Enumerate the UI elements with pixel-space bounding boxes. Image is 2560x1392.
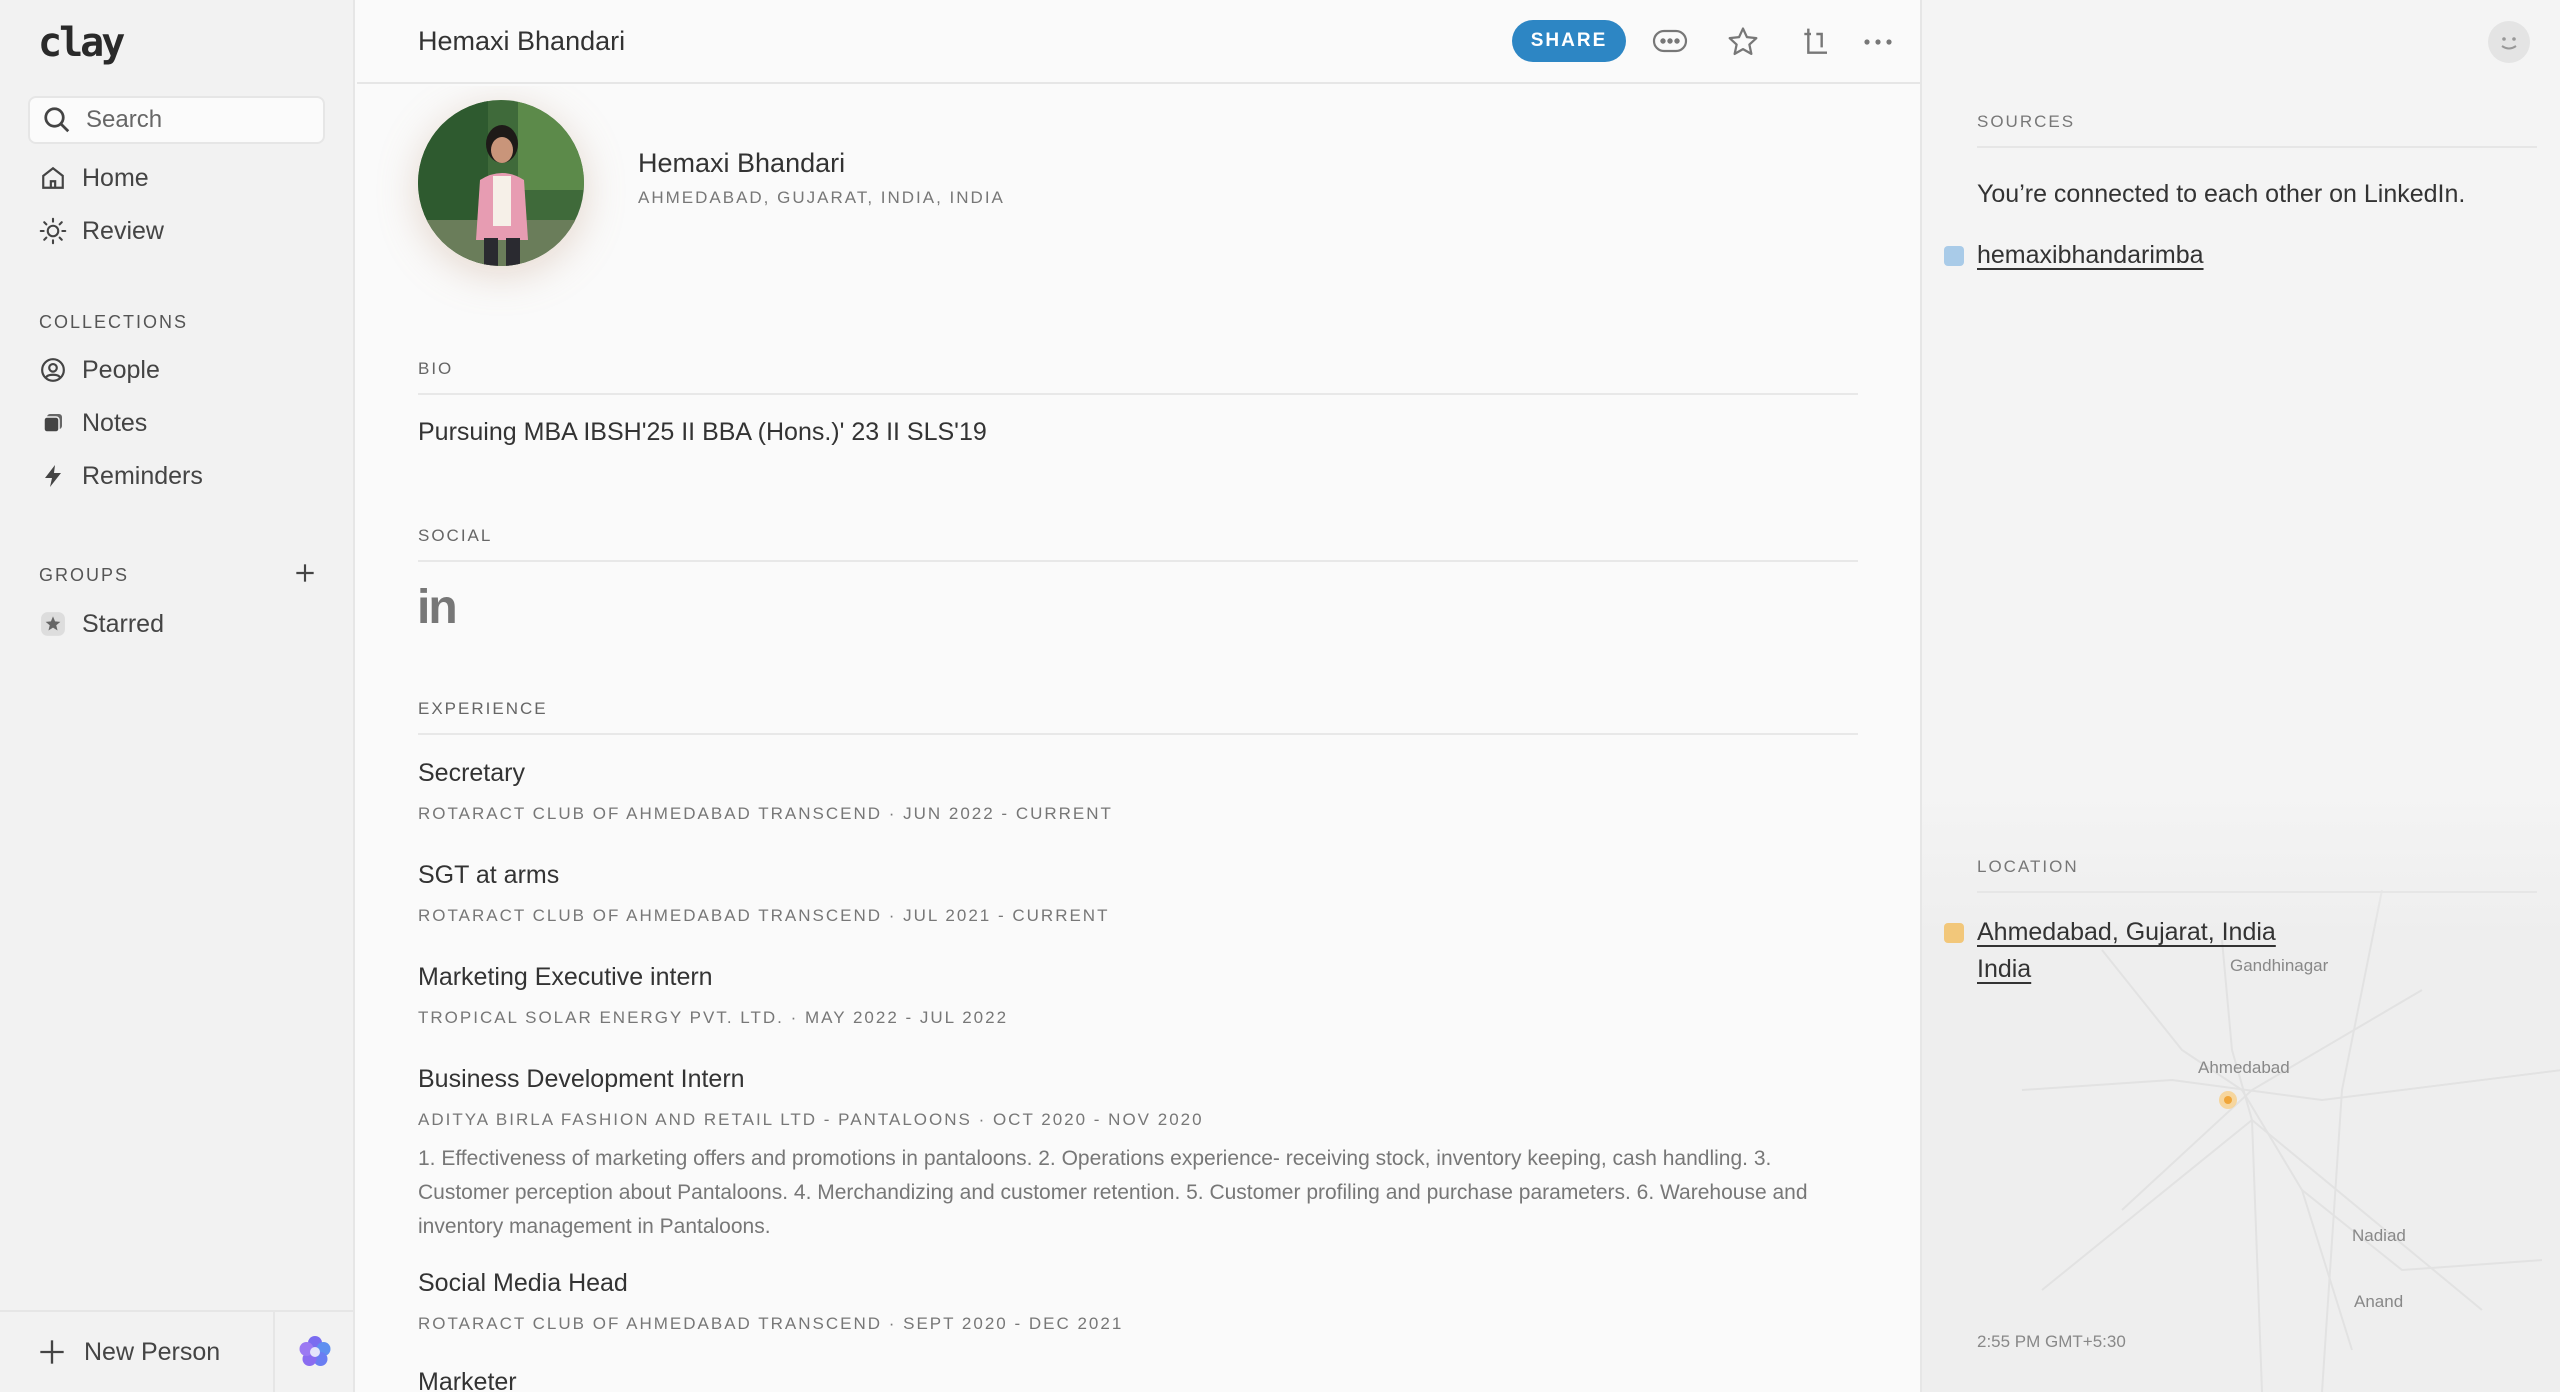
experience-title: Business Development Intern [418, 1065, 745, 1093]
top-header: Hemaxi Bhandari SHARE [357, 0, 1920, 84]
star-badge-icon [38, 609, 68, 639]
social-heading: SOCIAL [418, 526, 1858, 562]
search-input[interactable] [86, 106, 316, 134]
linkedin-icon[interactable]: in [417, 580, 458, 635]
search-box[interactable] [28, 96, 325, 144]
sidebar: clay Home Review COLLECTIONS People Note… [0, 0, 355, 1392]
collection-notes[interactable]: Notes [38, 401, 147, 445]
share-button[interactable]: SHARE [1512, 20, 1626, 62]
sidebar-bottom-bar: New Person [0, 1310, 355, 1392]
experience-meta: ROTARACT CLUB OF AHMEDABAD TRANSCEND · J… [418, 804, 1113, 823]
details-panel: SOURCES You’re connected to each other o… [1920, 0, 2560, 1392]
bio-text[interactable]: Pursuing MBA IBSH'25 II BBA (Hons.)' 23 … [418, 418, 987, 447]
experience-item: SGT at arms ROTARACT CLUB OF AHMEDABAD T… [418, 861, 1868, 926]
nav-review-label: Review [82, 216, 164, 245]
page-title: Hemaxi Bhandari [418, 26, 626, 56]
profile-main: Hemaxi Bhandari AHMEDABAD, GUJARAT, INDI… [357, 86, 1920, 1392]
experience-item: Marketing Executive intern TROPICAL SOLA… [418, 963, 1868, 1028]
app-logo[interactable]: clay [38, 20, 125, 66]
experience-meta: ADITYA BIRLA FASHION AND RETAIL LTD - PA… [418, 1110, 1204, 1129]
group-starred[interactable]: Starred [38, 602, 164, 646]
search-icon [44, 107, 70, 133]
person-circle-icon [38, 355, 68, 385]
experience-item: Business Development Intern ADITYA BIRLA… [418, 1065, 1868, 1244]
home-icon [38, 163, 68, 193]
export-icon[interactable] [1797, 24, 1833, 60]
experience-title: Marketing Executive intern [418, 963, 713, 991]
map-label-gandhinagar: Gandhinagar [2230, 956, 2329, 975]
nav-home[interactable]: Home [38, 156, 149, 200]
experience-item: Social Media Head ROTARACT CLUB OF AHMED… [418, 1269, 1868, 1334]
new-person-label: New Person [84, 1337, 221, 1366]
flower-app-icon[interactable] [275, 1312, 355, 1392]
experience-item: Secretary ROTARACT CLUB OF AHMEDABAD TRA… [418, 759, 1868, 824]
linkedin-badge-icon [1944, 246, 1964, 266]
plus-icon [40, 1340, 64, 1364]
experience-description: 1. Effectiveness of marketing offers and… [418, 1147, 1808, 1238]
sun-icon [38, 216, 68, 246]
star-icon[interactable] [1725, 24, 1761, 60]
add-group-plus-icon[interactable] [292, 560, 318, 586]
experience-title: Secretary [418, 759, 525, 787]
experience-title: SGT at arms [418, 861, 560, 889]
group-starred-label: Starred [82, 609, 164, 638]
experience-heading: EXPERIENCE [418, 699, 1858, 735]
experience-meta: ROTARACT CLUB OF AHMEDABAD TRANSCEND · J… [418, 906, 1110, 925]
new-person-button[interactable]: New Person [0, 1312, 275, 1392]
collection-people-label: People [82, 355, 160, 384]
location-country-link[interactable]: India [1977, 955, 2031, 984]
collection-reminders-label: Reminders [82, 461, 203, 490]
map-label-nadiad: Nadiad [2352, 1226, 2406, 1245]
experience-title: Social Media Head [418, 1269, 628, 1297]
location-heading: LOCATION [1977, 857, 2537, 893]
linkedin-handle-link[interactable]: hemaxibhandarimba [1977, 241, 2204, 270]
collection-notes-label: Notes [82, 408, 148, 437]
groups-heading: GROUPS [39, 565, 130, 585]
nav-review[interactable]: Review [38, 209, 164, 253]
sources-heading: SOURCES [1977, 112, 2537, 148]
bio-heading: BIO [418, 359, 1858, 395]
notes-icon [38, 408, 68, 438]
collections-heading: COLLECTIONS [39, 312, 189, 332]
person-location: AHMEDABAD, GUJARAT, INDIA, INDIA [638, 188, 1005, 207]
collection-people[interactable]: People [38, 348, 160, 392]
experience-meta: TROPICAL SOLAR ENERGY PVT. LTD. · MAY 20… [418, 1008, 1009, 1027]
experience-title: Marketer [418, 1368, 517, 1392]
map-label-anand: Anand [2354, 1292, 2404, 1311]
nav-home-label: Home [82, 163, 149, 192]
person-name: Hemaxi Bhandari [638, 148, 846, 178]
experience-meta: ROTARACT CLUB OF AHMEDABAD TRANSCEND · S… [418, 1314, 1124, 1333]
more-icon[interactable] [1860, 24, 1896, 60]
message-icon[interactable] [1652, 24, 1688, 60]
collection-reminders[interactable]: Reminders [38, 454, 203, 498]
map-label-ahmedabad: Ahmedabad [2198, 1058, 2290, 1077]
location-link[interactable]: Ahmedabad, Gujarat, India [1977, 918, 2276, 947]
sources-text: You’re connected to each other on Linked… [1977, 180, 2466, 208]
experience-item: Marketer [418, 1368, 1868, 1392]
lightning-icon [38, 461, 68, 491]
face-icon[interactable] [2487, 20, 2531, 64]
local-time: 2:55 PM GMT+5:30 [1977, 1332, 2126, 1351]
location-badge-icon [1944, 923, 1964, 943]
avatar [418, 100, 584, 266]
